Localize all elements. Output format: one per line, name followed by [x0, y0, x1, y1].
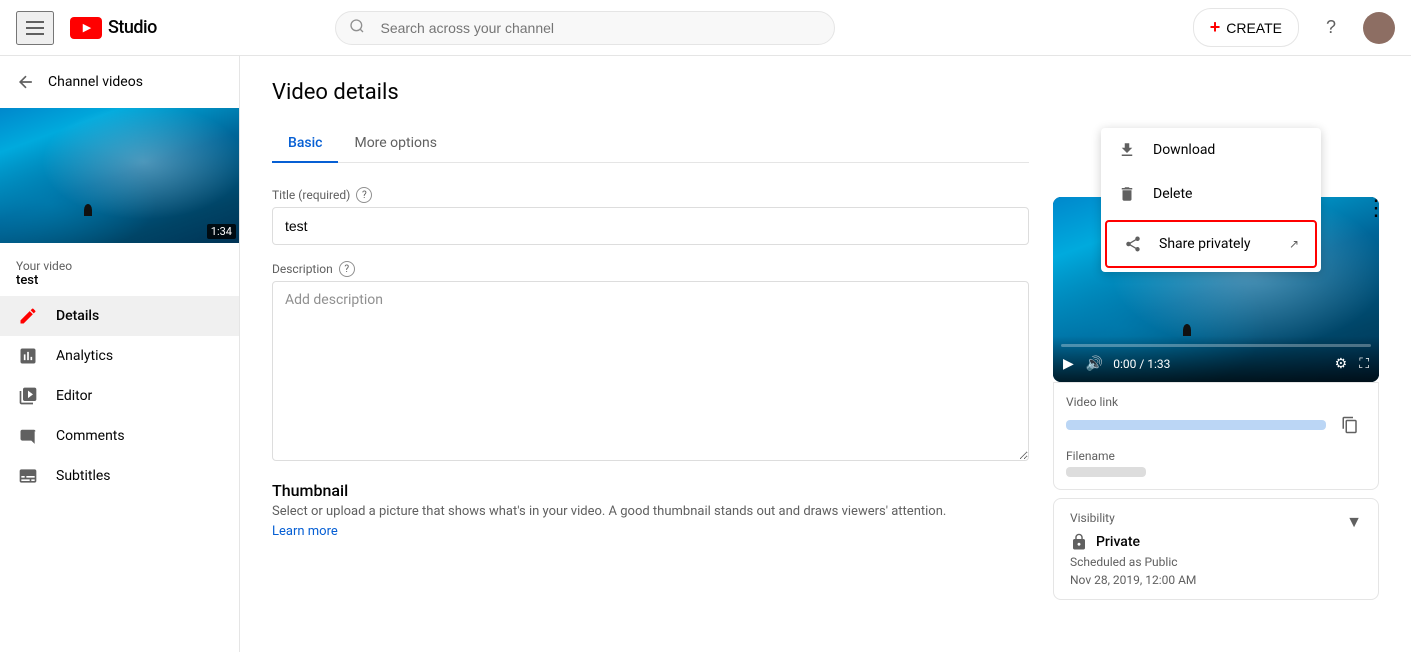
search-input[interactable]	[335, 11, 835, 45]
surfer-figure	[84, 204, 92, 216]
download-icon	[1117, 140, 1137, 160]
thumbnail-section: Thumbnail Select or upload a picture tha…	[272, 481, 1029, 539]
video-thumbnail: 1:34	[0, 108, 239, 243]
controls-row: ▶ 🔊 0:00 / 1:33 ⚙ ⛶	[1061, 353, 1371, 374]
play-button[interactable]: ▶	[1061, 353, 1076, 374]
search-bar	[335, 11, 835, 45]
share-label: Share privately	[1159, 236, 1251, 252]
search-wrap	[335, 11, 835, 45]
layout: Channel videos 1:34 Your video test Deta…	[0, 0, 1411, 652]
sidebar-label-subtitles: Subtitles	[56, 468, 111, 484]
volume-button[interactable]: 🔊	[1084, 353, 1105, 374]
video-info: Your video test	[0, 251, 239, 296]
dropdown-item-delete[interactable]: Delete	[1101, 172, 1321, 216]
description-field-group: Description ?	[272, 261, 1029, 465]
title-label: Title (required) ?	[272, 187, 1029, 203]
studio-label: Studio	[108, 17, 157, 38]
download-label: Download	[1153, 142, 1215, 158]
scheduled-date: Nov 28, 2019, 12:00 AM	[1070, 573, 1362, 587]
tab-more-options[interactable]: More options	[338, 125, 453, 163]
subtitles-icon	[16, 464, 40, 488]
back-button[interactable]: Channel videos	[0, 64, 239, 100]
topbar-left: Studio	[16, 11, 157, 45]
learn-more-link[interactable]: Learn more	[272, 524, 338, 539]
your-video-label: Your video	[16, 259, 223, 273]
sidebar-item-details[interactable]: Details	[0, 296, 239, 336]
logo[interactable]: Studio	[70, 17, 157, 39]
filename-bar	[1066, 467, 1146, 477]
create-button[interactable]: + CREATE	[1193, 8, 1299, 47]
create-label: CREATE	[1226, 20, 1282, 36]
scheduled-label: Scheduled as Public	[1070, 555, 1362, 569]
thumb-placeholder: 1:34	[0, 108, 239, 243]
sidebar-item-subtitles[interactable]: Subtitles	[0, 456, 239, 496]
youtube-logo-icon	[70, 17, 102, 39]
settings-button[interactable]: ⚙	[1333, 353, 1350, 374]
description-input[interactable]	[272, 281, 1029, 461]
page-title: Video details	[272, 80, 1379, 105]
title-help-icon[interactable]: ?	[356, 187, 372, 203]
description-label: Description ?	[272, 261, 1029, 277]
delete-icon	[1117, 184, 1137, 204]
visibility-header: Visibility ▼	[1070, 511, 1362, 533]
video-link-bar	[1066, 420, 1326, 430]
topbar: Studio + CREATE ?	[0, 0, 1411, 56]
tab-basic[interactable]: Basic	[272, 125, 338, 163]
time-display: 0:00 / 1:33	[1113, 357, 1324, 371]
visibility-label: Visibility	[1070, 511, 1115, 525]
visibility-card: Visibility ▼ Private Scheduled as Public…	[1053, 498, 1379, 600]
analytics-icon	[16, 344, 40, 368]
sidebar-item-comments[interactable]: Comments	[0, 416, 239, 456]
topbar-right: + CREATE ?	[1193, 8, 1395, 47]
visibility-dropdown-arrow[interactable]: ▼	[1346, 512, 1362, 532]
visibility-text: Private	[1096, 534, 1140, 550]
title-input[interactable]	[272, 207, 1029, 245]
description-help-icon[interactable]: ?	[339, 261, 355, 277]
form-area: Basic More options Title (required) ? De…	[272, 125, 1029, 624]
duration-badge: 1:34	[207, 224, 236, 239]
sidebar: Channel videos 1:34 Your video test Deta…	[0, 56, 240, 652]
avatar[interactable]	[1363, 12, 1395, 44]
visibility-value: Private	[1070, 533, 1362, 551]
dropdown-item-download[interactable]: Download	[1101, 128, 1321, 172]
filename-label: Filename	[1066, 449, 1366, 463]
video-link-row	[1066, 409, 1366, 441]
editor-icon	[16, 384, 40, 408]
pencil-icon	[16, 304, 40, 328]
tabs: Basic More options	[272, 125, 1029, 163]
search-icon	[349, 18, 365, 38]
sidebar-label-details: Details	[56, 308, 99, 324]
thumbnail-desc: Select or upload a picture that shows wh…	[272, 504, 1029, 519]
help-button[interactable]: ?	[1315, 12, 1347, 44]
copy-link-button[interactable]	[1334, 409, 1366, 441]
fullscreen-button[interactable]: ⛶	[1357, 353, 1371, 374]
sidebar-label-editor: Editor	[56, 388, 92, 404]
video-link-label: Video link	[1066, 395, 1366, 409]
delete-label: Delete	[1153, 186, 1192, 202]
preview-surfer	[1183, 324, 1191, 336]
thumbnail-title: Thumbnail	[272, 481, 1029, 500]
hamburger-button[interactable]	[16, 11, 54, 45]
video-meta: Video link Filename	[1053, 382, 1379, 490]
sidebar-item-analytics[interactable]: Analytics	[0, 336, 239, 376]
comments-icon	[16, 424, 40, 448]
share-icon	[1123, 234, 1143, 254]
sidebar-label-analytics: Analytics	[56, 348, 113, 364]
progress-bar[interactable]	[1061, 344, 1371, 347]
sidebar-item-editor[interactable]: Editor	[0, 376, 239, 416]
channel-videos-label: Channel videos	[48, 74, 143, 90]
title-field-group: Title (required) ?	[272, 187, 1029, 245]
private-icon	[1070, 533, 1088, 551]
dropdown-item-share[interactable]: Share privately ↗	[1105, 220, 1317, 268]
wave-bg	[0, 108, 239, 243]
video-title-sidebar: test	[16, 273, 223, 288]
three-dot-menu-button[interactable]: ⋮	[1365, 195, 1387, 221]
video-controls: ▶ 🔊 0:00 / 1:33 ⚙ ⛶	[1053, 336, 1379, 382]
sidebar-label-comments: Comments	[56, 428, 125, 444]
dropdown-menu: Download Delete Share privately ↗	[1101, 128, 1321, 272]
create-plus-icon: +	[1210, 17, 1221, 38]
external-link-icon: ↗	[1289, 237, 1299, 251]
